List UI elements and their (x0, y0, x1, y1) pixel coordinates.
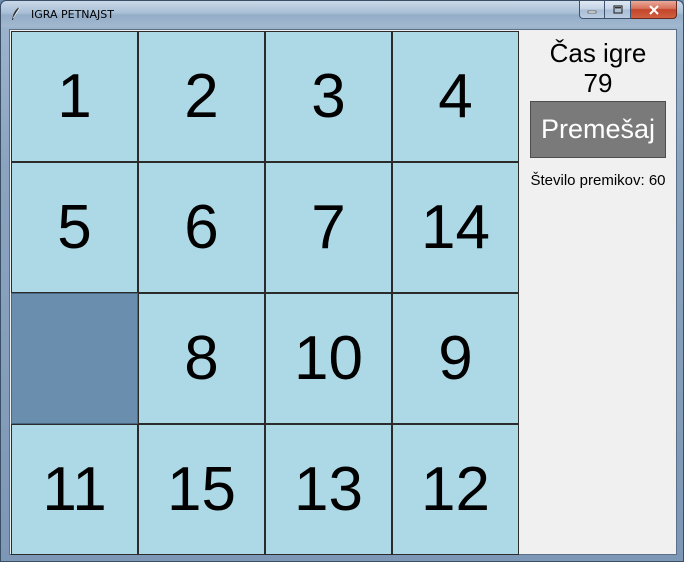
tile-5[interactable]: 5 (11, 162, 138, 293)
tile-15[interactable]: 15 (138, 424, 265, 555)
title-bar[interactable]: IGRA PETNAJST (1, 1, 683, 27)
minimize-button[interactable] (579, 1, 605, 19)
tile-7[interactable]: 7 (265, 162, 392, 293)
tile-10[interactable]: 10 (265, 293, 392, 424)
client-area: 1 2 3 4 5 6 7 14 8 10 9 11 15 13 12 Čas … (9, 29, 677, 555)
tile-11[interactable]: 11 (11, 424, 138, 555)
tile-9[interactable]: 9 (392, 293, 519, 424)
tile-6[interactable]: 6 (138, 162, 265, 293)
puzzle-board: 1 2 3 4 5 6 7 14 8 10 9 11 15 13 12 (11, 31, 519, 555)
window-title: IGRA PETNAJST (31, 8, 114, 21)
tile-8[interactable]: 8 (138, 293, 265, 424)
empty-tile (11, 293, 138, 424)
shuffle-button[interactable]: Premešaj (530, 101, 666, 158)
maximize-icon (612, 4, 623, 14)
move-counter: Število premikov: 60 (530, 172, 666, 189)
tile-13[interactable]: 13 (265, 424, 392, 555)
side-panel: Čas igre 79 Premešaj Število premikov: 6… (520, 30, 676, 554)
tile-2[interactable]: 2 (138, 31, 265, 162)
close-button[interactable] (631, 1, 677, 19)
tile-14[interactable]: 14 (392, 162, 519, 293)
tile-4[interactable]: 4 (392, 31, 519, 162)
close-icon (648, 4, 659, 15)
maximize-button[interactable] (605, 1, 631, 19)
game-time-label: Čas igre (549, 38, 647, 68)
game-time-value: 79 (583, 68, 613, 98)
tile-3[interactable]: 3 (265, 31, 392, 162)
tile-12[interactable]: 12 (392, 424, 519, 555)
window-controls (579, 1, 677, 21)
tile-1[interactable]: 1 (11, 31, 138, 162)
feather-icon (12, 6, 21, 20)
minimize-icon (587, 10, 597, 13)
app-window: IGRA PETNAJST 1 2 3 4 5 6 7 14 8 10 9 11… (0, 0, 684, 562)
